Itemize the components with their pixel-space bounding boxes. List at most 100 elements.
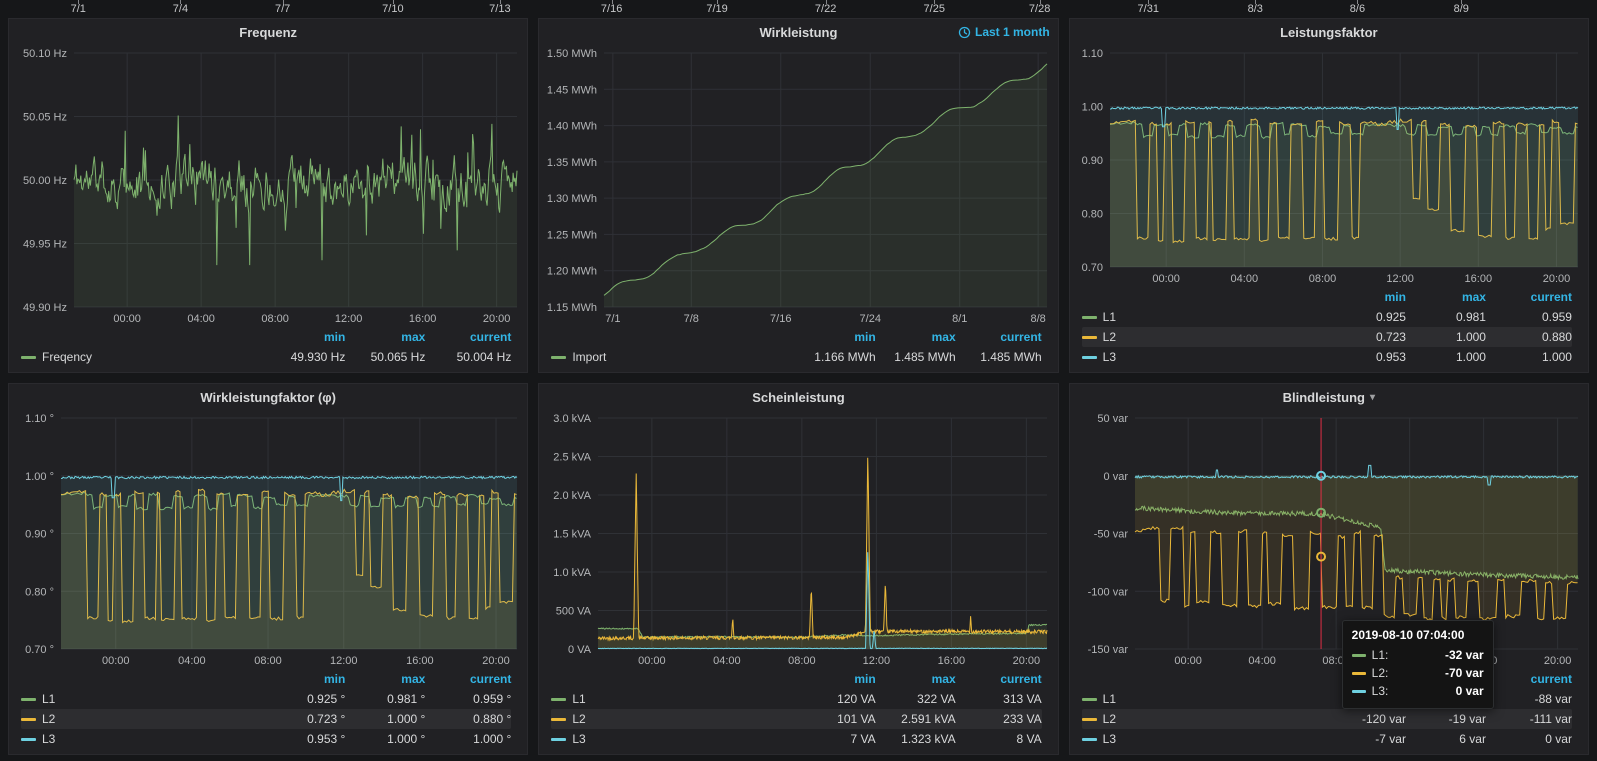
legend-series-name[interactable]: Freqency [42, 350, 92, 364]
svg-text:1.10 °: 1.10 ° [25, 413, 54, 425]
wirkleistung-chart-canvas[interactable]: 1.50 MWh1.45 MWh1.40 MWh1.35 MWh1.30 MWh… [539, 45, 1057, 327]
legend-series-name[interactable]: L3 [1103, 732, 1116, 746]
legend-min-value: 0.953 ° [265, 732, 345, 746]
legend-header-max[interactable]: max [345, 672, 425, 686]
panel-header[interactable]: Scheinleistung [539, 384, 1057, 410]
svg-text:1.30 MWh: 1.30 MWh [547, 193, 597, 205]
svg-text:08:00: 08:00 [254, 655, 282, 667]
legend-header-current[interactable]: current [425, 672, 511, 686]
time-axis-label: 7/7 [275, 3, 290, 15]
legend-series-name[interactable]: L2 [42, 712, 55, 726]
svg-text:00:00: 00:00 [102, 655, 130, 667]
legend-series-name[interactable]: L2 [572, 712, 585, 726]
legend-row-l3: L30.953 °1.000 °1.000 ° [21, 729, 511, 749]
svg-text:12:00: 12:00 [335, 313, 363, 325]
legend-header-min[interactable]: min [1326, 290, 1406, 304]
legend-max-value: 0.981 ° [345, 692, 425, 706]
svg-text:1.15 MWh: 1.15 MWh [547, 302, 597, 314]
svg-text:00:00: 00:00 [1152, 273, 1180, 285]
svg-text:-150 var: -150 var [1087, 644, 1128, 656]
legend-header-min[interactable]: min [265, 672, 345, 686]
legend-header-min[interactable]: min [796, 330, 876, 344]
frequenz-chart-canvas[interactable]: 50.10 Hz50.05 Hz50.00 Hz49.95 Hz49.90 Hz… [9, 45, 527, 327]
legend-header-min[interactable]: min [796, 672, 876, 686]
panel-title-text: Blindleistung [1283, 390, 1365, 405]
svg-text:1.50 MWh: 1.50 MWh [547, 48, 597, 60]
legend-min-value: 0.723 ° [265, 712, 345, 726]
leistungsfaktor-legend: minmaxcurrentL10.9250.9810.959L20.7231.0… [1070, 287, 1588, 372]
legend-header-current[interactable]: current [425, 330, 511, 344]
legend-series-name[interactable]: L3 [42, 732, 55, 746]
panel-title[interactable]: Scheinleistung [752, 390, 844, 405]
svg-text:8/8: 8/8 [1031, 313, 1046, 325]
legend-series-name[interactable]: L3 [572, 732, 585, 746]
blindleistung-legend: minmaxcurrentL1-19 var-88 varL2-120 var-… [1070, 669, 1588, 754]
legend-current-value: 1.000 ° [425, 732, 511, 746]
legend-current-value: 0.959 [1486, 310, 1572, 324]
legend-max-value: 1.323 kVA [876, 732, 956, 746]
leistungsfaktor-chart-canvas[interactable]: 1.101.000.900.800.7000:0004:0008:0012:00… [1070, 45, 1588, 287]
svg-text:00:00: 00:00 [113, 313, 141, 325]
panel-title[interactable]: Blindleistung ▾ [1283, 390, 1375, 405]
legend-header-current[interactable]: current [1486, 290, 1572, 304]
panel-header[interactable]: Blindleistung ▾ [1070, 384, 1588, 410]
legend-series-name[interactable]: L2 [1103, 712, 1116, 726]
legend-row-l2: L20.7231.0000.880 [1082, 327, 1572, 347]
panel-title[interactable]: Frequenz [239, 25, 297, 40]
svg-text:12:00: 12:00 [1386, 273, 1414, 285]
series-color-swatch [1352, 654, 1366, 657]
svg-text:1.10: 1.10 [1081, 48, 1102, 60]
panel-header[interactable]: Wirkleistungfaktor (φ) [9, 384, 527, 410]
legend-row-l1: L1120 VA322 VA313 VA [551, 689, 1041, 709]
svg-text:0.70: 0.70 [1081, 262, 1102, 274]
panel-grid: Frequenz 50.10 Hz50.05 Hz50.00 Hz49.95 H… [0, 16, 1597, 761]
time-range-label: Last 1 month [975, 25, 1050, 39]
svg-text:8/1: 8/1 [952, 313, 967, 325]
chart-svg: 1.101.000.900.800.7000:0004:0008:0012:00… [1070, 45, 1588, 287]
legend-max-value: -19 var [1406, 712, 1486, 726]
legend-header-max[interactable]: max [345, 330, 425, 344]
legend-header-min[interactable]: min [265, 330, 345, 344]
svg-text:04:00: 04:00 [1230, 273, 1258, 285]
chart-svg: 50.10 Hz50.05 Hz50.00 Hz49.95 Hz49.90 Hz… [9, 45, 527, 327]
panel-scheinleistung: Scheinleistung 3.0 kVA2.5 kVA2.0 kVA1.5 … [538, 383, 1058, 755]
legend-series-name[interactable]: L1 [1103, 692, 1116, 706]
chart-svg: 50 var0 var-50 var-100 var-150 var00:000… [1070, 410, 1588, 669]
tooltip-series-label: L1: [1372, 648, 1389, 662]
wirkleistungfaktor-chart-canvas[interactable]: 1.10 °1.00 °0.90 °0.80 °0.70 °00:0004:00… [9, 410, 527, 669]
legend-series-name[interactable]: L3 [1103, 350, 1116, 364]
svg-text:1.5 kVA: 1.5 kVA [554, 529, 592, 541]
legend-series-name[interactable]: L1 [1103, 310, 1116, 324]
legend-series-name[interactable]: L2 [1103, 330, 1116, 344]
panel-wirkleistungfaktor: Wirkleistungfaktor (φ) 1.10 °1.00 °0.90 … [8, 383, 528, 755]
legend-header-current[interactable]: current [1486, 672, 1572, 686]
panel-title[interactable]: Leistungsfaktor [1280, 25, 1378, 40]
panel-header[interactable]: Frequenz [9, 19, 527, 45]
time-axis-label: 7/25 [924, 3, 945, 15]
legend-series-name[interactable]: L1 [572, 692, 585, 706]
chevron-down-icon[interactable]: ▾ [1370, 392, 1375, 403]
svg-text:20:00: 20:00 [1013, 655, 1041, 667]
scheinleistung-chart-canvas[interactable]: 3.0 kVA2.5 kVA2.0 kVA1.5 kVA1.0 kVA500 V… [539, 410, 1057, 669]
tooltip-series-label: L3: [1372, 684, 1389, 698]
legend-row-l1: L10.925 °0.981 °0.959 ° [21, 689, 511, 709]
panel-title[interactable]: Wirkleistung [760, 25, 838, 40]
wirkleistung-legend: minmaxcurrentImport1.166 MWh1.485 MWh1.4… [539, 327, 1057, 372]
legend-header-current[interactable]: current [956, 672, 1042, 686]
svg-text:49.95 Hz: 49.95 Hz [23, 239, 67, 251]
legend-header-max[interactable]: max [876, 330, 956, 344]
panel-header[interactable]: Wirkleistung Last 1 month [539, 19, 1057, 45]
legend-series-name[interactable]: L1 [42, 692, 55, 706]
panel-title[interactable]: Wirkleistungfaktor (φ) [200, 390, 336, 405]
svg-text:12:00: 12:00 [330, 655, 358, 667]
panel-header[interactable]: Leistungsfaktor [1070, 19, 1588, 45]
legend-header-current[interactable]: current [956, 330, 1042, 344]
legend-series-name[interactable]: Import [572, 350, 606, 364]
legend-header-max[interactable]: max [1406, 290, 1486, 304]
legend-min-value: 7 VA [796, 732, 876, 746]
blindleistung-chart-canvas[interactable]: 50 var0 var-50 var-100 var-150 var00:000… [1070, 410, 1588, 669]
svg-text:20:00: 20:00 [483, 313, 511, 325]
svg-text:1.25 MWh: 1.25 MWh [547, 229, 597, 241]
legend-header-max[interactable]: max [876, 672, 956, 686]
legend-row-l2: L2-120 var-19 var-111 var [1082, 709, 1572, 729]
